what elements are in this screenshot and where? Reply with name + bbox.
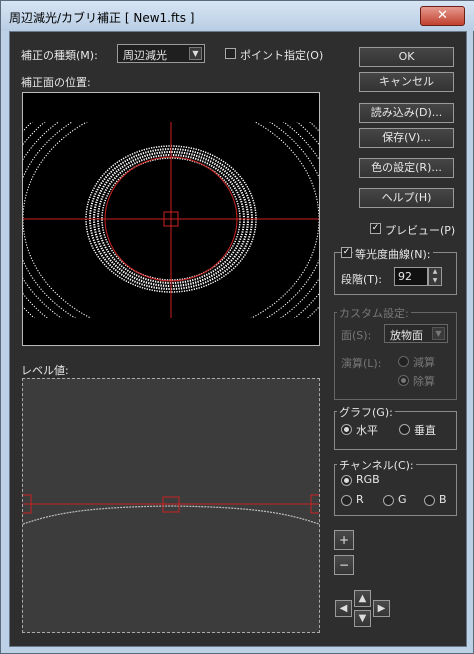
graph-horizontal-radio[interactable] <box>341 424 352 435</box>
title-bar[interactable]: 周辺減光/カブリ補正 [ New1.fts ] ✕ <box>1 1 474 31</box>
arrow-left-icon[interactable]: ◀ <box>335 600 352 617</box>
graph-vertical-label: 垂直 <box>414 424 436 437</box>
level-curve <box>20 494 322 525</box>
isophote-label: 等光度曲線(N): <box>353 246 433 262</box>
operation-divide-label: 除算 <box>413 375 435 388</box>
window-title: 周辺減光/カブリ補正 [ New1.fts ] <box>9 11 195 25</box>
correction-type-value: 周辺減光 <box>123 49 167 62</box>
level-handles <box>20 494 322 514</box>
surface-value: 放物面 <box>390 329 423 342</box>
operation-label: 演算(L): <box>341 357 382 370</box>
level-graph[interactable] <box>20 378 322 633</box>
channel-g-label: G <box>398 493 407 506</box>
surface-select[interactable]: 放物面 ▼ <box>384 324 448 343</box>
arrow-down-icon[interactable]: ▼ <box>354 610 371 627</box>
isophote-checkbox[interactable]: ✓ <box>341 247 352 258</box>
channel-r-label: R <box>356 493 364 506</box>
chevron-down-icon: ▼ <box>432 327 445 340</box>
zoom-in-button[interactable]: + <box>334 530 354 550</box>
zoom-out-button[interactable]: − <box>334 555 354 575</box>
channel-b-label: B <box>439 493 447 506</box>
ok-button[interactable]: OK <box>359 47 454 67</box>
save-button[interactable]: 保存(V)... <box>359 128 454 148</box>
dialog-window: 周辺減光/カブリ補正 [ New1.fts ] ✕ 補正の種類(M): 周辺減光… <box>0 0 474 654</box>
surface-label: 面(S): <box>341 329 372 342</box>
dialog-body: 補正の種類(M): 周辺減光 ▼ ポイント指定(O) 補正面の位置: レベル値:… <box>9 31 467 647</box>
steps-input[interactable]: 92 <box>394 267 428 286</box>
graph-horizontal-label: 水平 <box>356 424 378 437</box>
surface-position-label: 補正面の位置: <box>21 76 91 89</box>
arrow-right-icon[interactable]: ▶ <box>373 600 390 617</box>
help-button[interactable]: ヘルプ(H) <box>359 188 454 208</box>
color-settings-button[interactable]: 色の設定(R)... <box>359 158 454 178</box>
steps-label: 段階(T): <box>341 273 383 286</box>
steps-value: 92 <box>398 270 412 283</box>
spin-down-icon[interactable]: ▼ <box>429 277 441 285</box>
isophote-map <box>23 122 319 318</box>
chevron-down-icon: ▼ <box>189 47 202 60</box>
channel-rgb-radio[interactable] <box>341 475 352 486</box>
point-spec-checkbox[interactable] <box>225 48 236 59</box>
correction-type-select[interactable]: 周辺減光 ▼ <box>117 44 205 63</box>
channel-b-radio[interactable] <box>424 495 435 506</box>
surface-preview[interactable] <box>22 92 320 346</box>
level-label: レベル値: <box>21 364 69 377</box>
preview-label: プレビュー(P) <box>385 224 456 237</box>
channel-g-radio[interactable] <box>383 495 394 506</box>
operation-divide-radio[interactable] <box>398 375 409 386</box>
graph-vertical-radio[interactable] <box>399 424 410 435</box>
spin-up-icon[interactable]: ▲ <box>429 268 441 276</box>
point-spec-label: ポイント指定(O) <box>240 49 324 62</box>
operation-subtract-radio[interactable] <box>398 356 409 367</box>
operation-subtract-label: 減算 <box>413 356 435 369</box>
preview-checkbox[interactable]: ✓ <box>370 223 381 234</box>
load-button[interactable]: 読み込み(D)... <box>359 103 454 123</box>
cancel-button[interactable]: キャンセル <box>359 72 454 92</box>
close-button[interactable]: ✕ <box>420 6 465 26</box>
correction-type-label: 補正の種類(M): <box>21 49 98 62</box>
custom-settings-title: カスタム設定: <box>337 305 411 321</box>
arrow-up-icon[interactable]: ▲ <box>354 590 371 607</box>
graph-title: グラフ(G): <box>337 404 395 420</box>
channel-rgb-label: RGB <box>356 473 380 486</box>
crosshair <box>23 122 319 318</box>
steps-spinner[interactable]: ▲ ▼ <box>428 267 442 286</box>
channel-r-radio[interactable] <box>341 495 352 506</box>
channel-title: チャンネル(C): <box>337 457 416 473</box>
